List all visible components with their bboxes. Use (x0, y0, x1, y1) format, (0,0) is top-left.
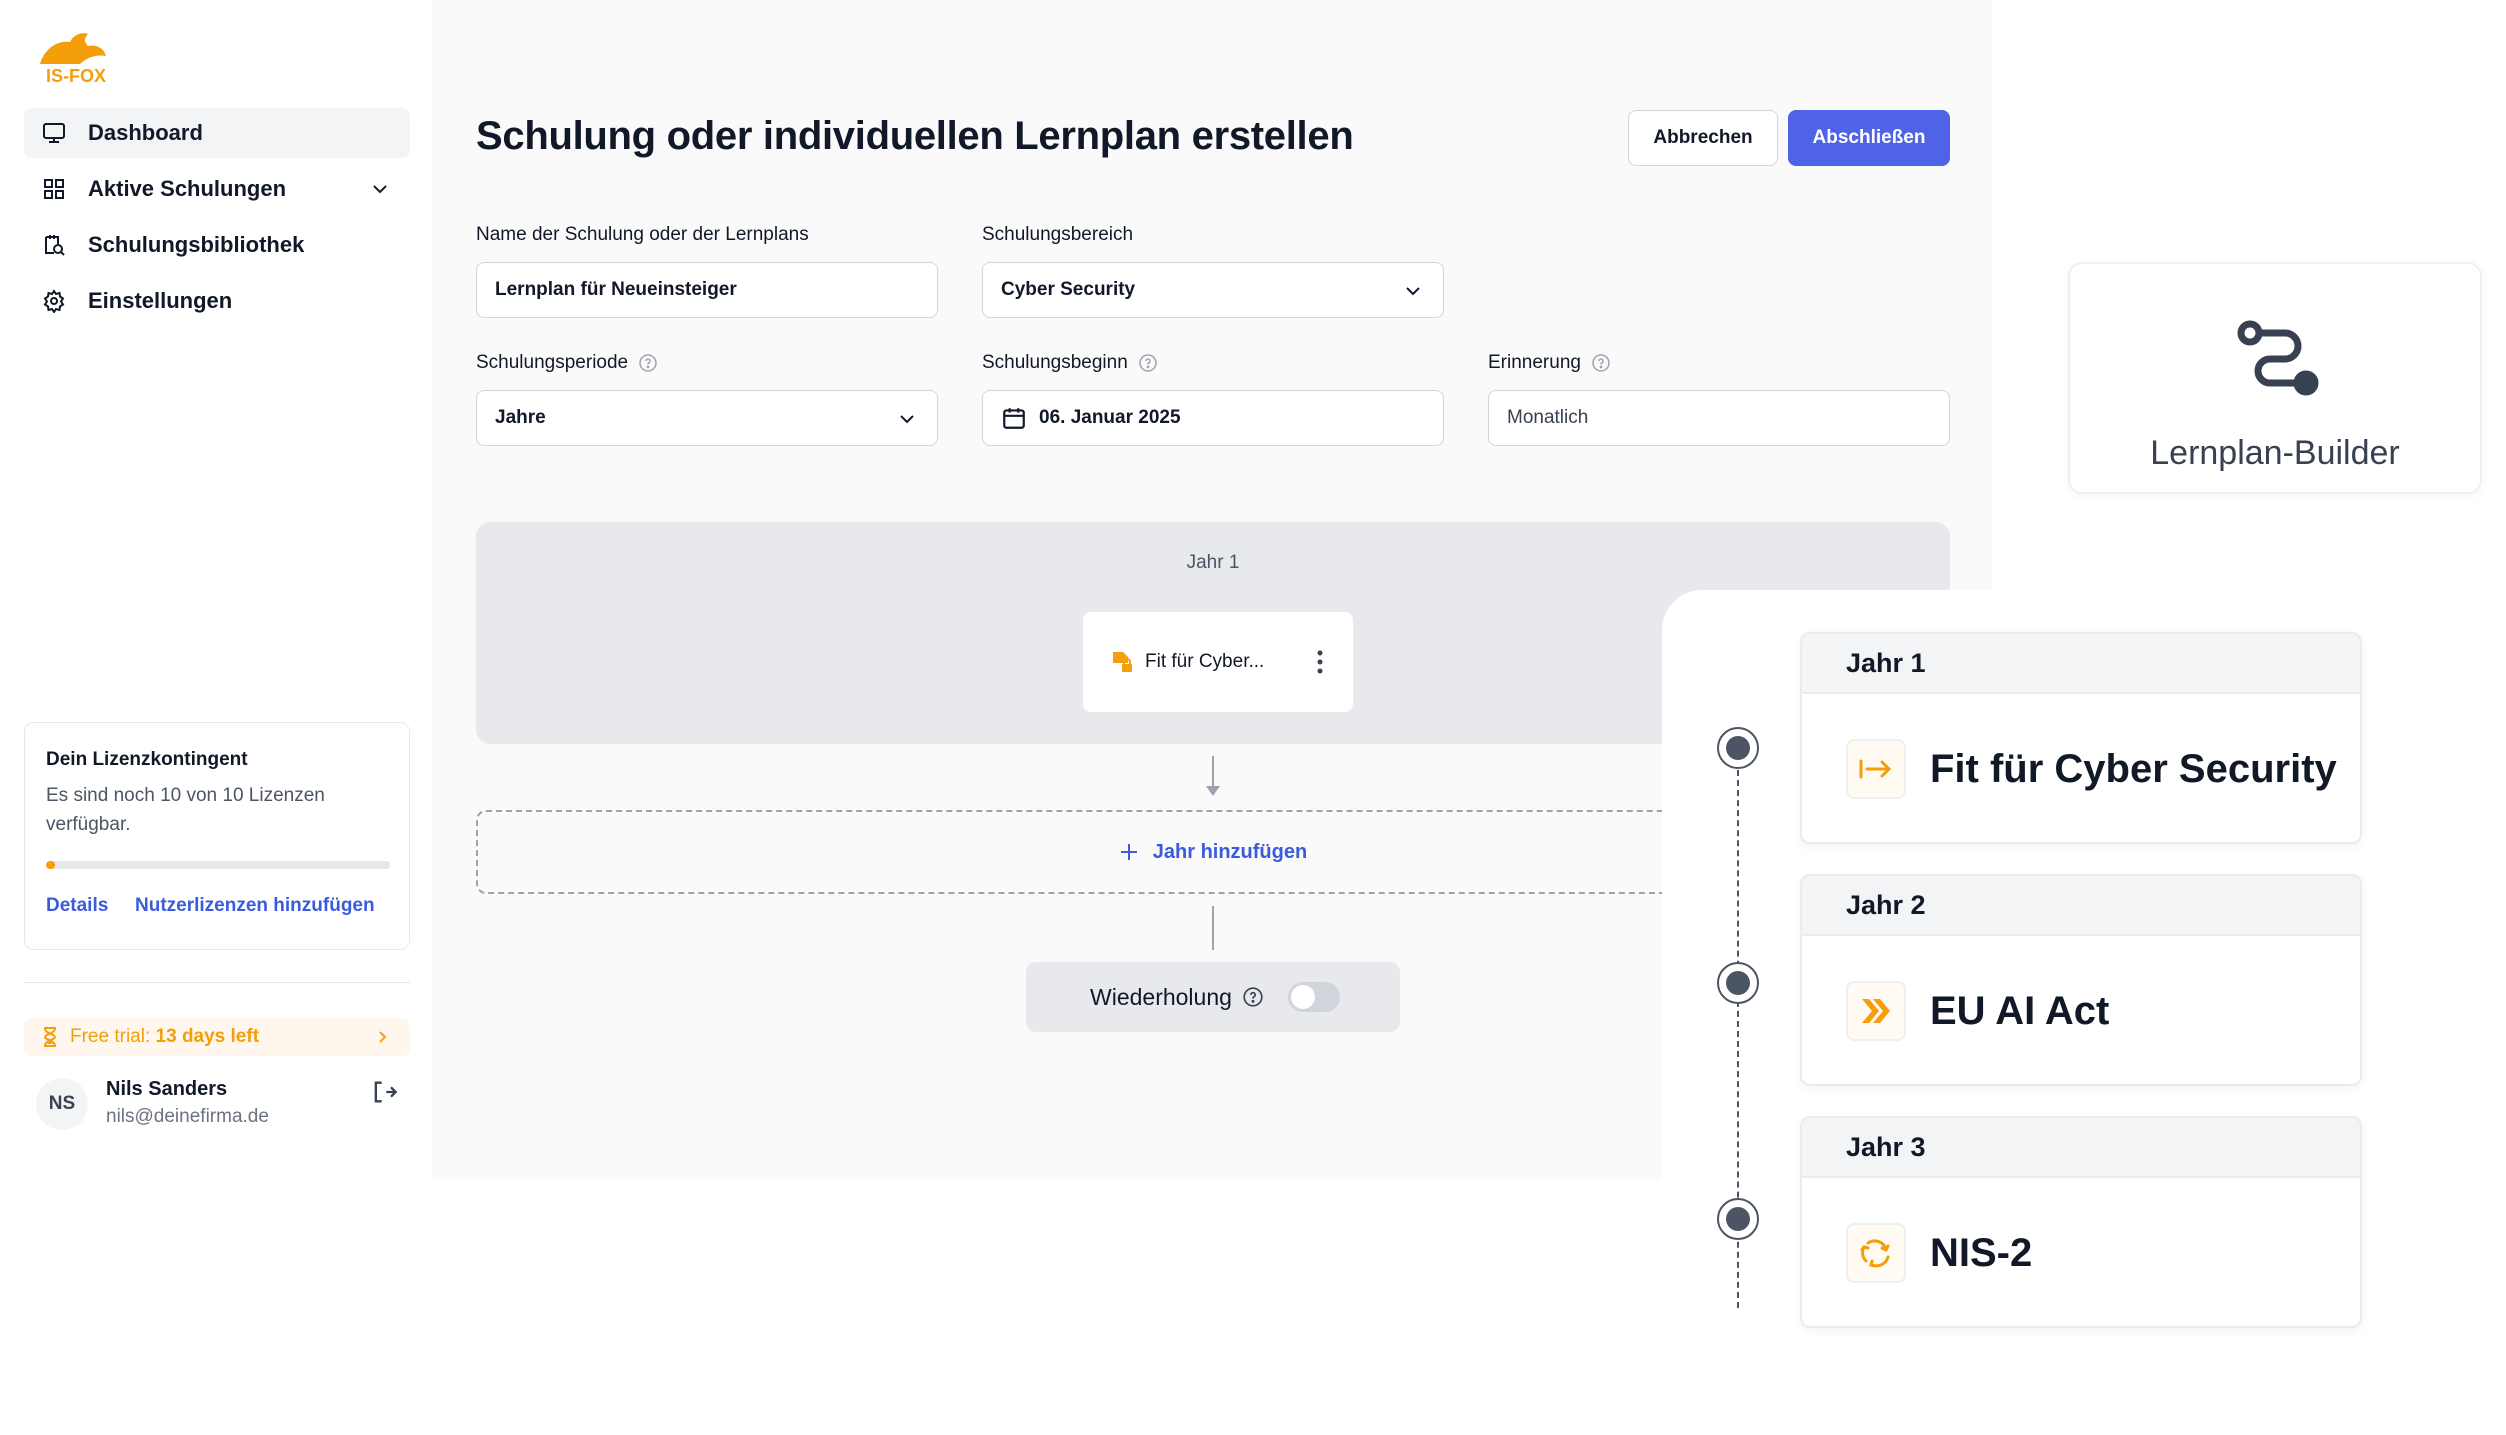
chevron-down-icon (900, 415, 914, 424)
timeline-card-year: Jahr 1 (1802, 634, 2360, 694)
svg-text:IS-FOX: IS-FOX (46, 66, 106, 86)
name-field-label: Name der Schulung oder der Lernplans (476, 224, 809, 245)
chevron-right-icon (379, 1031, 387, 1043)
sidebar-item-dashboard[interactable]: Dashboard (24, 108, 410, 158)
license-card: Dein Lizenzkontingent Es sind noch 10 vo… (24, 722, 410, 950)
connector-line (1212, 756, 1214, 786)
chevron-down-icon (1406, 287, 1420, 296)
monitor-icon (40, 119, 68, 147)
trial-prefix: Free trial: (70, 1026, 156, 1047)
course-chip-label: Fit für Cyber... (1145, 651, 1265, 672)
timeline-dot (1717, 1198, 1759, 1240)
sidebar-divider (24, 982, 410, 983)
more-vertical-icon[interactable] (1317, 650, 1323, 674)
logout-icon[interactable] (370, 1078, 398, 1106)
recycle-icon (1846, 1223, 1906, 1283)
help-icon[interactable] (638, 353, 658, 373)
user-email: nils@deinefirma.de (106, 1106, 269, 1127)
license-title: Dein Lizenzkontingent (46, 749, 248, 770)
license-text: Es sind noch 10 von 10 Lizenzen verfügba… (46, 785, 325, 835)
user-name: Nils Sanders (106, 1078, 228, 1100)
sidebar-item-label: Einstellungen (88, 288, 233, 313)
help-icon[interactable] (1591, 353, 1611, 373)
license-details-link[interactable]: Details (46, 895, 108, 917)
help-icon[interactable] (1138, 353, 1158, 373)
double-chevron-right-icon (1846, 981, 1906, 1041)
arrow-down-icon (1206, 786, 1220, 796)
timeline-card-year: Jahr 2 (1802, 876, 2360, 936)
add-licenses-link[interactable]: Nutzerlizenzen hinzufügen (135, 895, 375, 917)
connector-line (1212, 906, 1214, 950)
chevron-down-icon[interactable] (368, 177, 392, 201)
timeline-card-title: EU AI Act (1930, 988, 2110, 1033)
repeat-toggle[interactable] (1288, 982, 1340, 1012)
sidebar-item-aktive-schulungen[interactable]: Aktive Schulungen (24, 164, 410, 214)
sidebar-item-schulungsbibliothek[interactable]: Schulungsbibliothek (24, 220, 410, 270)
start-field-label: Schulungsbeginn (982, 352, 1158, 374)
timeline-dot (1717, 962, 1759, 1004)
timeline-card-title: Fit für Cyber Security (1930, 746, 2337, 791)
year-box-label: Jahr 1 (1186, 552, 1240, 573)
sidebar-item-einstellungen[interactable]: Einstellungen (24, 276, 410, 326)
document-lock-icon (1113, 652, 1132, 672)
route-icon (2237, 320, 2319, 396)
sidebar-item-label: Schulungsbibliothek (88, 232, 305, 257)
reminder-input[interactable]: Monatlich (1488, 390, 1950, 446)
timeline-dot (1717, 727, 1759, 769)
library-search-icon (40, 231, 68, 259)
arrow-right-bar-icon (1846, 739, 1906, 799)
timeline-card[interactable]: Jahr 3 NIS-2 (1800, 1116, 2362, 1328)
grid-icon (40, 175, 68, 203)
name-input[interactable]: Lernplan für Neueinsteiger (476, 262, 938, 318)
help-icon[interactable] (1242, 986, 1264, 1008)
hourglass-icon (43, 1027, 57, 1047)
finish-button[interactable]: Abschließen (1788, 110, 1950, 166)
calendar-icon (1003, 408, 1025, 429)
area-select[interactable]: Cyber Security (982, 262, 1444, 318)
trial-banner[interactable]: Free trial: 13 days left (24, 1018, 410, 1056)
plus-icon (1120, 844, 1137, 860)
lernplan-builder-card[interactable]: Lernplan-Builder (2068, 262, 2482, 494)
trial-days: 13 days left (155, 1026, 260, 1047)
repeat-label: Wiederholung (1090, 983, 1232, 1010)
sidebar: IS-FOX Dashboard Aktive Schulungen Schul… (0, 0, 430, 1180)
gear-icon (40, 287, 68, 315)
period-field-label: Schulungsperiode (476, 352, 658, 374)
sidebar-item-label: Aktive Schulungen (88, 176, 287, 201)
builder-label: Lernplan-Builder (2150, 434, 2400, 472)
avatar[interactable]: NS (36, 1078, 88, 1130)
reminder-field-label: Erinnerung (1488, 352, 1611, 374)
license-progress (46, 861, 390, 869)
is-fox-logo[interactable]: IS-FOX (34, 30, 124, 86)
license-progress-fill (46, 861, 55, 869)
timeline-card[interactable]: Jahr 1 Fit für Cyber Security (1800, 632, 2362, 844)
timeline-card-year: Jahr 3 (1802, 1118, 2360, 1178)
timeline-card-title: NIS-2 (1930, 1230, 2033, 1275)
timeline-card[interactable]: Jahr 2 EU AI Act (1800, 874, 2362, 1086)
start-date-input[interactable]: 06. Januar 2025 (982, 390, 1444, 446)
course-chip[interactable]: Fit für Cyber... (1083, 612, 1353, 712)
repeat-box: Wiederholung (1026, 962, 1400, 1032)
period-select[interactable]: Jahre (476, 390, 938, 446)
cancel-button[interactable]: Abbrechen (1628, 110, 1778, 166)
area-field-label: Schulungsbereich (982, 224, 1134, 245)
sidebar-item-label: Dashboard (88, 120, 203, 145)
page-title: Schulung oder individuellen Lernplan ers… (476, 114, 1354, 158)
